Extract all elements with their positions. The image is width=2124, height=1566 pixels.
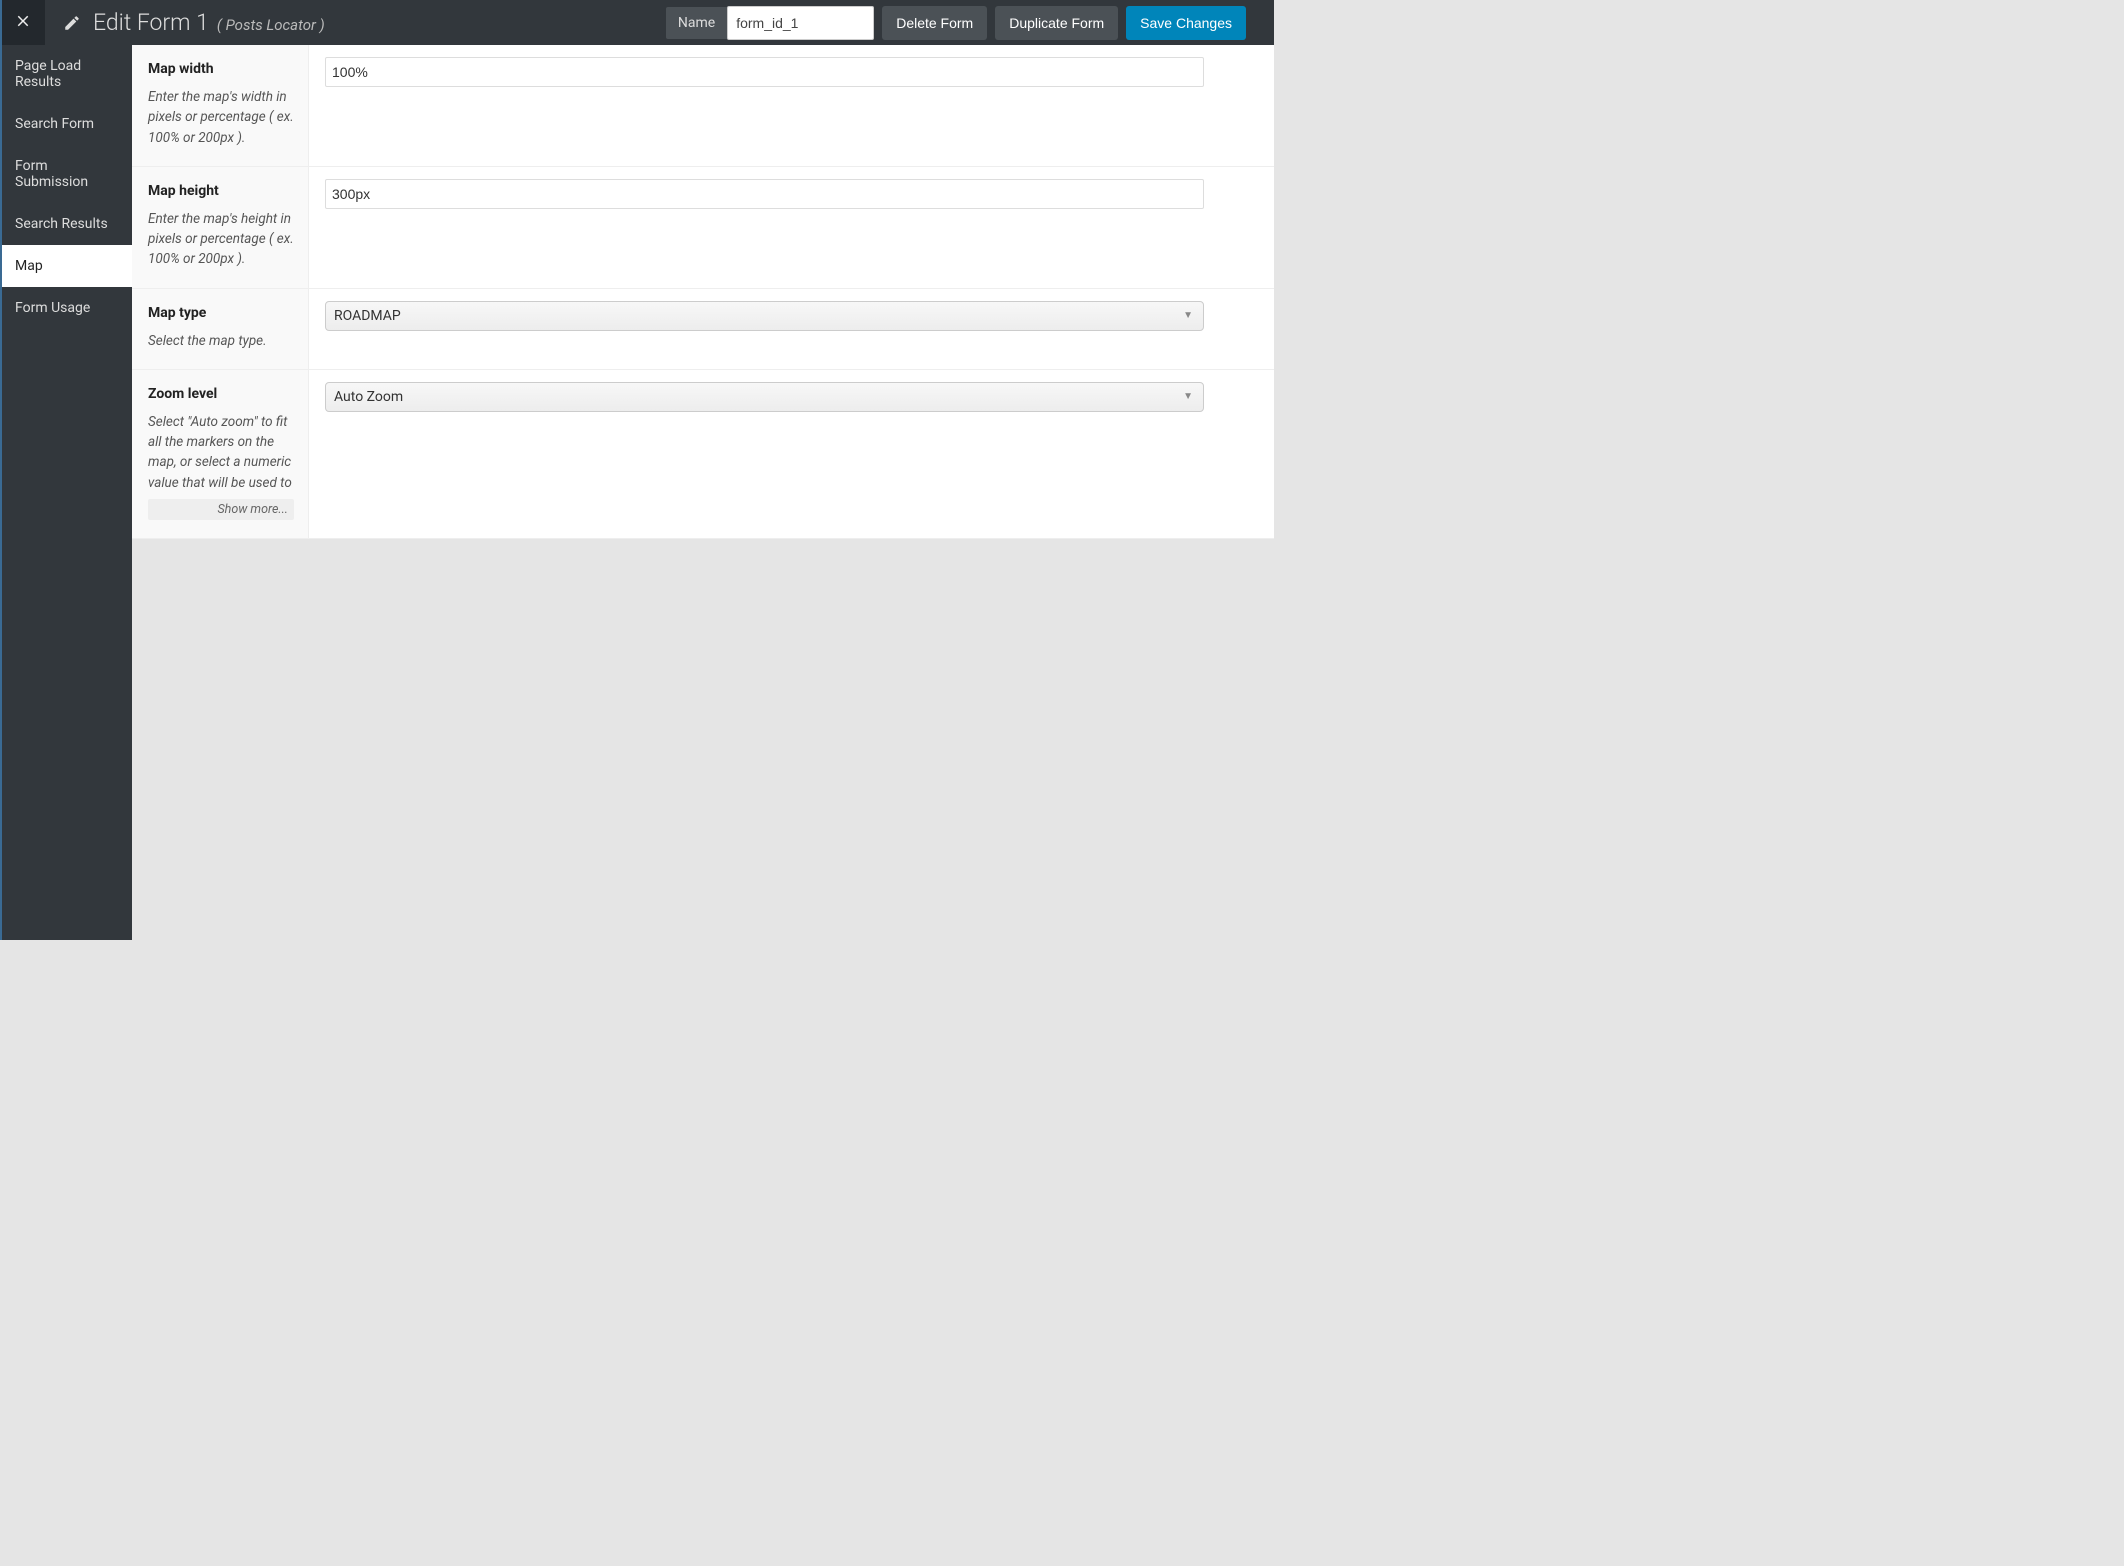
page-title: Edit Form 1: [93, 9, 209, 36]
setting-label: Map type: [148, 305, 294, 321]
page-subtitle: ( Posts Locator ): [217, 16, 325, 34]
form-name-input[interactable]: [727, 6, 874, 40]
name-label: Name: [666, 7, 727, 39]
setting-right: ROADMAP ▼: [309, 289, 1274, 369]
setting-left: Map width Enter the map's width in pixel…: [132, 45, 309, 166]
setting-row-map-width: Map width Enter the map's width in pixel…: [132, 45, 1274, 167]
window-left-edge: [0, 0, 2, 940]
zoom-level-select[interactable]: Auto Zoom ▼: [325, 382, 1204, 412]
pencil-icon: [63, 14, 81, 32]
setting-desc: Select "Auto zoom" to fit all the marker…: [148, 412, 294, 493]
content-area: Map width Enter the map's width in pixel…: [132, 45, 1274, 940]
sidebar-item-form-submission[interactable]: Form Submission: [0, 145, 132, 203]
chevron-down-icon: ▼: [1183, 310, 1193, 321]
settings-panel: Map width Enter the map's width in pixel…: [132, 45, 1274, 539]
chevron-down-icon: ▼: [1183, 391, 1193, 402]
page-title-block: Edit Form 1 ( Posts Locator ): [63, 9, 325, 36]
close-icon: [14, 12, 32, 34]
setting-row-map-type: Map type Select the map type. ROADMAP ▼: [132, 289, 1274, 370]
select-value: Auto Zoom: [334, 389, 403, 405]
setting-right: [309, 45, 1274, 166]
show-more-link[interactable]: Show more...: [148, 499, 294, 520]
map-height-input[interactable]: [325, 179, 1204, 209]
sidebar-item-search-results[interactable]: Search Results: [0, 203, 132, 245]
setting-left: Map type Select the map type.: [132, 289, 309, 369]
save-changes-button[interactable]: Save Changes: [1126, 6, 1246, 40]
map-width-input[interactable]: [325, 57, 1204, 87]
sidebar: Page Load Results Search Form Form Submi…: [0, 45, 132, 940]
duplicate-form-button[interactable]: Duplicate Form: [995, 6, 1118, 40]
setting-desc: Enter the map's width in pixels or perce…: [148, 87, 294, 148]
setting-right: [309, 167, 1274, 288]
sidebar-item-form-usage[interactable]: Form Usage: [0, 287, 132, 329]
map-type-select[interactable]: ROADMAP ▼: [325, 301, 1204, 331]
setting-left: Zoom level Select "Auto zoom" to fit all…: [132, 370, 309, 538]
close-button[interactable]: [0, 0, 45, 45]
select-value: ROADMAP: [334, 308, 401, 324]
sidebar-item-page-load-results[interactable]: Page Load Results: [0, 45, 132, 103]
setting-right: Auto Zoom ▼: [309, 370, 1274, 538]
setting-row-zoom-level: Zoom level Select "Auto zoom" to fit all…: [132, 370, 1274, 539]
setting-left: Map height Enter the map's height in pix…: [132, 167, 309, 288]
setting-label: Zoom level: [148, 386, 294, 402]
setting-row-map-height: Map height Enter the map's height in pix…: [132, 167, 1274, 289]
setting-desc: Enter the map's height in pixels or perc…: [148, 209, 294, 270]
setting-label: Map width: [148, 61, 294, 77]
setting-desc: Select the map type.: [148, 331, 294, 351]
setting-label: Map height: [148, 183, 294, 199]
sidebar-item-map[interactable]: Map: [0, 245, 132, 287]
delete-form-button[interactable]: Delete Form: [882, 6, 987, 40]
top-bar: Edit Form 1 ( Posts Locator ) Name Delet…: [0, 0, 1274, 45]
sidebar-item-search-form[interactable]: Search Form: [0, 103, 132, 145]
top-right-controls: Name Delete Form Duplicate Form Save Cha…: [666, 6, 1274, 40]
body-wrap: Page Load Results Search Form Form Submi…: [0, 45, 1274, 940]
